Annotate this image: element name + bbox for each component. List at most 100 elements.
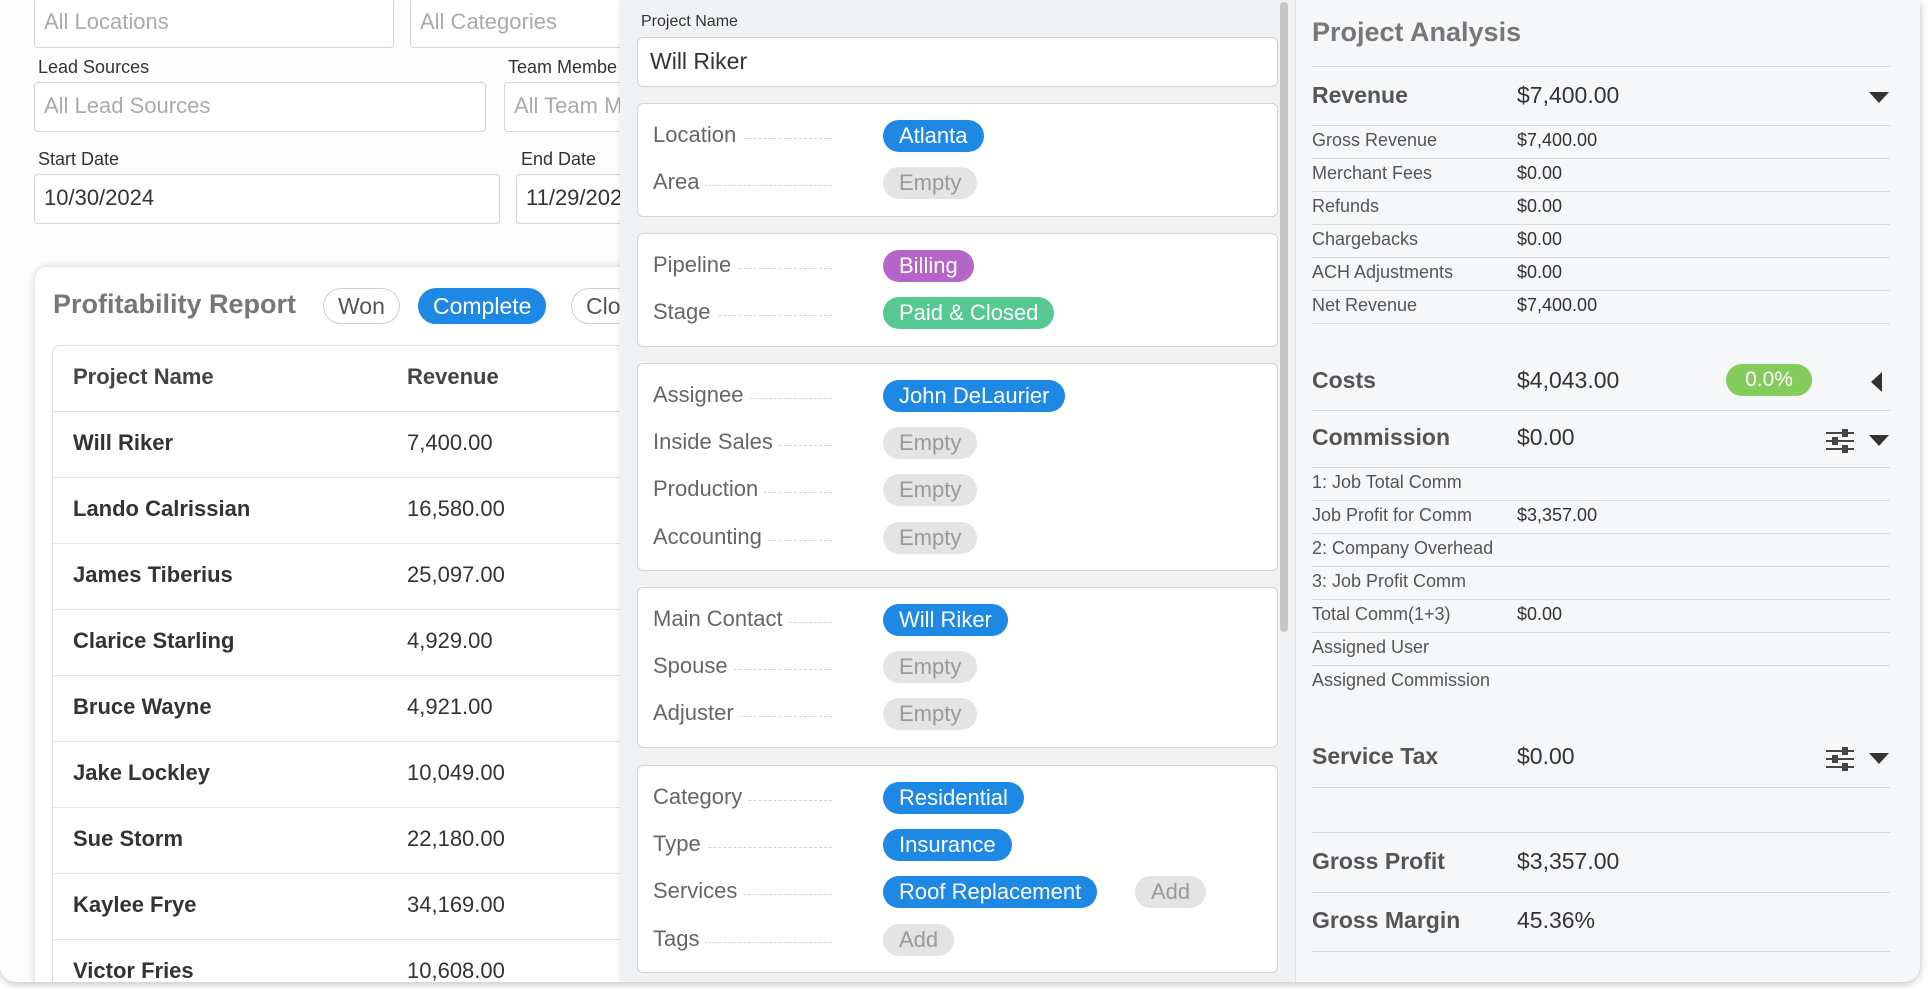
services-add-button[interactable]: Add bbox=[1135, 876, 1207, 908]
categories-select[interactable]: All Categories bbox=[410, 0, 650, 48]
row-project-name: Will Riker bbox=[73, 430, 174, 455]
adjuster-tag[interactable]: Empty bbox=[883, 698, 978, 730]
pipeline-field: Pipeline Billing bbox=[638, 248, 1277, 284]
commission-collapse-chevron-down-icon[interactable] bbox=[1869, 435, 1889, 446]
commission-item: Total Comm(1+3) $0.00 bbox=[1312, 599, 1890, 633]
row-project-name: Jake Lockley bbox=[73, 760, 210, 785]
category-label: Category bbox=[653, 784, 749, 810]
revenue-item-label: Refunds bbox=[1312, 196, 1380, 216]
tags-add-button[interactable]: Add bbox=[883, 924, 955, 956]
revenue-item: Chargebacks $0.00 bbox=[1312, 224, 1890, 258]
table-row[interactable]: Sue Storm 22,180.00 bbox=[53, 808, 693, 874]
pipeline-tag[interactable]: Billing bbox=[883, 250, 974, 282]
location-card: Location Atlanta Area Empty bbox=[637, 103, 1278, 217]
commission-item-label: 3: Job Profit Comm bbox=[1312, 571, 1467, 591]
commission-item-label: 2: Company Overhead bbox=[1312, 538, 1494, 558]
costs-percent-badge: 0.0% bbox=[1726, 364, 1812, 396]
table-row[interactable]: Bruce Wayne 4,921.00 bbox=[53, 676, 693, 742]
column-header-project-name[interactable]: Project Name bbox=[73, 364, 214, 390]
report-table: Project Name Revenue Will Riker 7,400.00 … bbox=[52, 345, 694, 982]
location-label: Location bbox=[653, 122, 743, 148]
spouse-tag[interactable]: Empty bbox=[883, 651, 978, 683]
profitability-report-card: Profitability Report Won Complete Clo Pr… bbox=[35, 267, 694, 982]
revenue-item-value: $0.00 bbox=[1517, 262, 1563, 282]
commission-item-label: Job Profit for Comm bbox=[1312, 505, 1473, 525]
row-revenue: 22,180.00 bbox=[407, 826, 505, 851]
chip-complete[interactable]: Complete bbox=[418, 288, 547, 324]
category-tag[interactable]: Residential bbox=[883, 782, 1024, 814]
commission-item-label: Assigned User bbox=[1312, 637, 1430, 657]
service-tax-collapse-chevron-down-icon[interactable] bbox=[1869, 753, 1889, 764]
tags-label: Tags bbox=[653, 926, 706, 952]
location-field: Location Atlanta bbox=[638, 118, 1277, 154]
commission-item: Assigned Commission bbox=[1312, 665, 1890, 698]
area-field: Area Empty bbox=[638, 165, 1277, 201]
service-tax-settings-sliders-icon[interactable] bbox=[1826, 746, 1854, 772]
analysis-title: Project Analysis bbox=[1312, 17, 1522, 47]
team-card: Assignee John DeLaurier Inside Sales Empty… bbox=[637, 363, 1278, 571]
commission-item-value: $3,357.00 bbox=[1517, 505, 1598, 525]
scrollbar-thumb[interactable] bbox=[1280, 2, 1288, 632]
revenue-item-label: Merchant Fees bbox=[1312, 163, 1433, 183]
divider bbox=[1312, 951, 1890, 952]
table-row[interactable]: James Tiberius 25,097.00 bbox=[53, 544, 693, 610]
area-tag[interactable]: Empty bbox=[883, 167, 978, 199]
row-project-name: James Tiberius bbox=[73, 562, 233, 587]
main-contact-label: Main Contact bbox=[653, 606, 789, 632]
type-tag[interactable]: Insurance bbox=[883, 829, 1012, 861]
commission-settings-sliders-icon[interactable] bbox=[1826, 428, 1854, 454]
revenue-item-value: $0.00 bbox=[1517, 229, 1563, 249]
accounting-tag[interactable]: Empty bbox=[883, 522, 978, 554]
gross-profit-label: Gross Profit bbox=[1312, 848, 1445, 874]
spouse-field: Spouse Empty bbox=[638, 649, 1277, 685]
column-header-revenue[interactable]: Revenue bbox=[407, 364, 499, 390]
table-row[interactable]: Jake Lockley 10,049.00 bbox=[53, 742, 693, 808]
table-row[interactable]: Clarice Starling 4,929.00 bbox=[53, 610, 693, 676]
chip-won[interactable]: Won bbox=[323, 288, 400, 324]
row-revenue: 34,169.00 bbox=[407, 892, 505, 917]
table-row[interactable]: Will Riker 7,400.00 bbox=[53, 412, 693, 478]
stage-tag[interactable]: Paid & Closed bbox=[883, 297, 1055, 329]
revenue-item-label: ACH Adjustments bbox=[1312, 262, 1454, 282]
category-card: Category Residential Type Insurance Servic… bbox=[637, 765, 1278, 973]
row-revenue: 7,400.00 bbox=[407, 430, 493, 455]
services-tag[interactable]: Roof Replacement bbox=[883, 876, 1098, 908]
commission-item: Job Profit for Comm $3,357.00 bbox=[1312, 500, 1890, 534]
start-date-input[interactable]: 10/30/2024 bbox=[34, 174, 500, 224]
revenue-item: Net Revenue $7,400.00 bbox=[1312, 290, 1890, 324]
assignee-tag[interactable]: John DeLaurier bbox=[883, 380, 1066, 412]
revenue-item-value: $0.00 bbox=[1517, 163, 1563, 183]
row-project-name: Sue Storm bbox=[73, 826, 184, 851]
lead-sources-label: Lead Sources bbox=[38, 57, 150, 77]
row-revenue: 10,049.00 bbox=[407, 760, 505, 785]
production-tag[interactable]: Empty bbox=[883, 474, 978, 506]
revenue-item: Gross Revenue $7,400.00 bbox=[1312, 125, 1890, 159]
costs-value: $4,043.00 bbox=[1517, 367, 1620, 393]
stage-field: Stage Paid & Closed bbox=[638, 295, 1277, 331]
lead-sources-select[interactable]: All Lead Sources bbox=[34, 82, 486, 132]
commission-value: $0.00 bbox=[1517, 424, 1575, 450]
project-name-input[interactable]: Will Riker bbox=[637, 37, 1278, 87]
commission-item-label: Assigned Commission bbox=[1312, 670, 1491, 690]
locations-select[interactable]: All Locations bbox=[34, 0, 394, 48]
table-header: Project Name Revenue bbox=[53, 346, 693, 412]
revenue-collapse-chevron-down-icon[interactable] bbox=[1869, 92, 1889, 103]
inside-sales-label: Inside Sales bbox=[653, 429, 779, 455]
pipeline-label: Pipeline bbox=[653, 252, 738, 278]
table-row[interactable]: Lando Calrissian 16,580.00 bbox=[53, 478, 693, 544]
inside-sales-tag[interactable]: Empty bbox=[883, 427, 978, 459]
divider bbox=[1312, 410, 1890, 411]
location-tag[interactable]: Atlanta bbox=[883, 120, 984, 152]
table-row[interactable]: Kaylee Frye 34,169.00 bbox=[53, 874, 693, 940]
row-revenue: 4,929.00 bbox=[407, 628, 493, 653]
costs-expand-chevron-left-icon[interactable] bbox=[1871, 372, 1882, 392]
adjuster-label: Adjuster bbox=[653, 700, 740, 726]
revenue-item-label: Chargebacks bbox=[1312, 229, 1419, 249]
commission-item-label: 1: Job Total Comm bbox=[1312, 472, 1462, 492]
commission-item: 3: Job Profit Comm bbox=[1312, 566, 1890, 600]
tags-field: Tags Add bbox=[638, 922, 1277, 958]
revenue-label: Revenue bbox=[1312, 82, 1408, 108]
table-row[interactable]: Victor Fries 10,608.00 bbox=[53, 940, 693, 982]
main-contact-tag[interactable]: Will Riker bbox=[883, 604, 1008, 636]
app-frame: All Locations All Categories Lead Source… bbox=[0, 0, 1920, 982]
